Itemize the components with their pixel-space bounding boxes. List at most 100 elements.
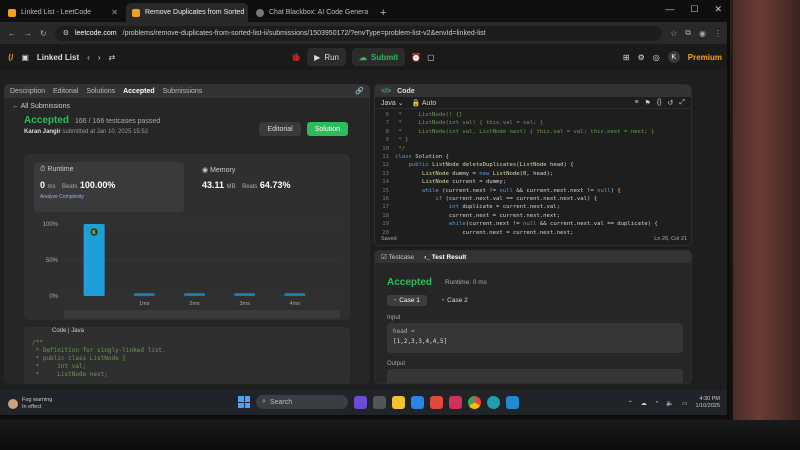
edge-icon[interactable]	[487, 395, 500, 409]
case-1-tab[interactable]: • Case 1	[387, 295, 427, 306]
maximize-icon[interactable]: ☐	[690, 4, 698, 15]
case-2-tab[interactable]: • Case 2	[435, 295, 475, 306]
shuffle-icon[interactable]: ⇄	[108, 53, 115, 62]
editorial-button[interactable]: Editorial	[259, 122, 301, 136]
runtime-stat[interactable]: ⏱ Runtime 0 ms Beats 100.00% Analyze Com…	[34, 162, 184, 212]
format-icon[interactable]: ≡	[634, 99, 638, 107]
blackbox-favicon-icon	[256, 8, 264, 17]
tab-submissions[interactable]: Submissions	[163, 88, 203, 95]
close-tab-icon[interactable]: ✕	[111, 8, 118, 17]
tray-chevron-icon[interactable]: ⌃	[628, 400, 633, 407]
code-header: Code | Java	[52, 328, 84, 334]
browser-tab-blackbox[interactable]: Chat Blackbox: AI Code Genera ✕	[250, 3, 372, 22]
premium-link[interactable]: Premium	[688, 53, 722, 62]
line-number: 15	[382, 187, 389, 194]
browser-tab-remove-duplicates[interactable]: Remove Duplicates from Sorted ✕	[126, 3, 248, 22]
line-text: int duplicate = current.next.val;	[448, 204, 561, 211]
reset-icon[interactable]: ↺	[668, 99, 674, 107]
next-problem-icon[interactable]: ›	[98, 53, 101, 62]
avatar[interactable]: K	[667, 51, 680, 63]
saved-status: Saved	[381, 236, 397, 242]
store-icon[interactable]	[411, 395, 424, 409]
weather-widget[interactable]: Fog warning In effect	[8, 397, 52, 411]
url-field[interactable]: ⚙ leetcode.com/problems/remove-duplicate…	[54, 25, 663, 41]
line-text: */	[395, 145, 406, 152]
leetcode-topbar: ⟨/ ▣ Linked List ‹ › ⇄ 🐞 ▶ Run ☁ Submit …	[0, 44, 727, 70]
fullscreen-icon[interactable]: ⤢	[679, 99, 685, 107]
new-tab-button[interactable]: +	[374, 3, 392, 22]
submit-button[interactable]: ☁ Submit	[352, 48, 406, 66]
notes-icon[interactable]: ▢	[427, 53, 435, 62]
test-result-panel: ☑ Testcase ›_ Test Result Accepted Runti…	[374, 250, 692, 384]
browser-tab-linked-list[interactable]: Linked List - LeetCode ✕	[2, 3, 124, 22]
app-icon[interactable]	[430, 395, 443, 409]
prev-problem-icon[interactable]: ‹	[87, 53, 90, 62]
runtime-distribution-chart: 100%50%0%K1ms 2ms 3ms 4ms	[43, 222, 340, 318]
case-1-label: Case 1	[399, 297, 420, 304]
wifi-icon[interactable]: ◔	[655, 400, 659, 406]
forward-icon[interactable]: →	[24, 29, 32, 38]
file-explorer-icon[interactable]	[392, 395, 405, 409]
settings-icon[interactable]: ⚙	[638, 53, 645, 62]
auto-mode[interactable]: 🔒 Auto	[412, 99, 437, 107]
test-panel-tabs: ☑ Testcase ›_ Test Result	[375, 251, 691, 263]
close-window-icon[interactable]: ✕	[714, 4, 722, 15]
debug-icon[interactable]: 🐞	[291, 53, 301, 62]
test-runtime: Runtime: 0 ms	[445, 279, 487, 286]
language-select[interactable]: Java ⌄	[381, 99, 404, 107]
author-name[interactable]: Karan Jangir	[24, 129, 61, 135]
line-text: * ListNode(int val, ListNode next) { thi…	[395, 128, 655, 135]
tab-editorial[interactable]: Editorial	[53, 88, 78, 95]
chrome-icon[interactable]	[468, 395, 481, 409]
volume-icon[interactable]: 🔈	[666, 400, 673, 407]
memory-stat[interactable]: ◉ Memory 43.11 MB Beats 64.73%	[196, 162, 336, 212]
code-line: * ListNode next;	[32, 371, 108, 378]
run-button[interactable]: ▶ Run	[307, 48, 346, 66]
all-submissions-link[interactable]: ← All Submissions	[4, 98, 370, 115]
link-icon[interactable]: 🔗	[355, 87, 364, 95]
extensions-icon[interactable]: ⧉	[685, 28, 691, 38]
line-text: while (current.next != null && current.n…	[421, 187, 621, 194]
analyze-complexity-link[interactable]: Analyze Complexity	[40, 194, 178, 200]
y-tick-label: 50%	[46, 258, 59, 264]
windows-start-icon[interactable]	[238, 396, 250, 408]
bookmark-star-icon[interactable]: ☆	[670, 29, 677, 38]
leetcode-logo-icon[interactable]: ⟨/	[8, 53, 13, 62]
browser-menu-icon[interactable]: ⋮	[714, 29, 722, 38]
braces-icon[interactable]: {}	[657, 99, 662, 107]
memory-beats-label: Beats	[242, 184, 258, 190]
clock-date: 1/10/2025	[695, 403, 720, 409]
editor-code-lines[interactable]: 6 * ListNode() {} 7 * ListNode(int val) {…	[375, 111, 691, 237]
cloud-icon[interactable]: ☁	[641, 400, 647, 407]
streak-icon[interactable]: ◎	[653, 53, 660, 62]
widgets-app-icon[interactable]	[354, 395, 367, 409]
layout-icon[interactable]: ⊞	[623, 53, 630, 62]
media-icon[interactable]	[449, 395, 462, 409]
bookmark-icon[interactable]: ⚑	[645, 99, 651, 107]
taskbar-search[interactable]: ⌕ Search	[256, 395, 348, 409]
tab-accepted[interactable]: Accepted	[123, 88, 155, 95]
editor-line: 10 */	[375, 145, 691, 153]
vscode-icon[interactable]	[506, 395, 519, 409]
play-icon: ▶	[314, 52, 321, 62]
chart-bar	[234, 293, 256, 296]
reload-icon[interactable]: ↻	[40, 29, 47, 38]
battery-icon[interactable]: ▭	[682, 400, 688, 407]
problem-list-label[interactable]: Linked List	[37, 53, 79, 62]
back-icon[interactable]: ←	[8, 29, 16, 38]
tab-testcase[interactable]: ☑ Testcase	[381, 253, 414, 261]
input-var: head =	[393, 328, 415, 335]
profile-icon[interactable]: ◉	[699, 29, 706, 38]
y-tick-label: 0%	[49, 294, 58, 300]
line-text: current.next = current.next.next;	[395, 212, 561, 219]
solution-button[interactable]: Solution	[306, 122, 348, 136]
timer-icon[interactable]: ⏰	[411, 53, 421, 62]
clock[interactable]: 4:30 PM 1/10/2025	[696, 396, 720, 410]
minimize-icon[interactable]: —	[665, 4, 674, 15]
tab-test-result[interactable]: ›_ Test Result	[424, 254, 466, 261]
line-number: 7	[385, 120, 389, 127]
tab-solutions[interactable]: Solutions	[86, 88, 115, 95]
task-view-icon[interactable]	[373, 395, 386, 409]
tab-description[interactable]: Description	[10, 88, 45, 95]
site-info-icon[interactable]: ⚙	[63, 29, 69, 37]
